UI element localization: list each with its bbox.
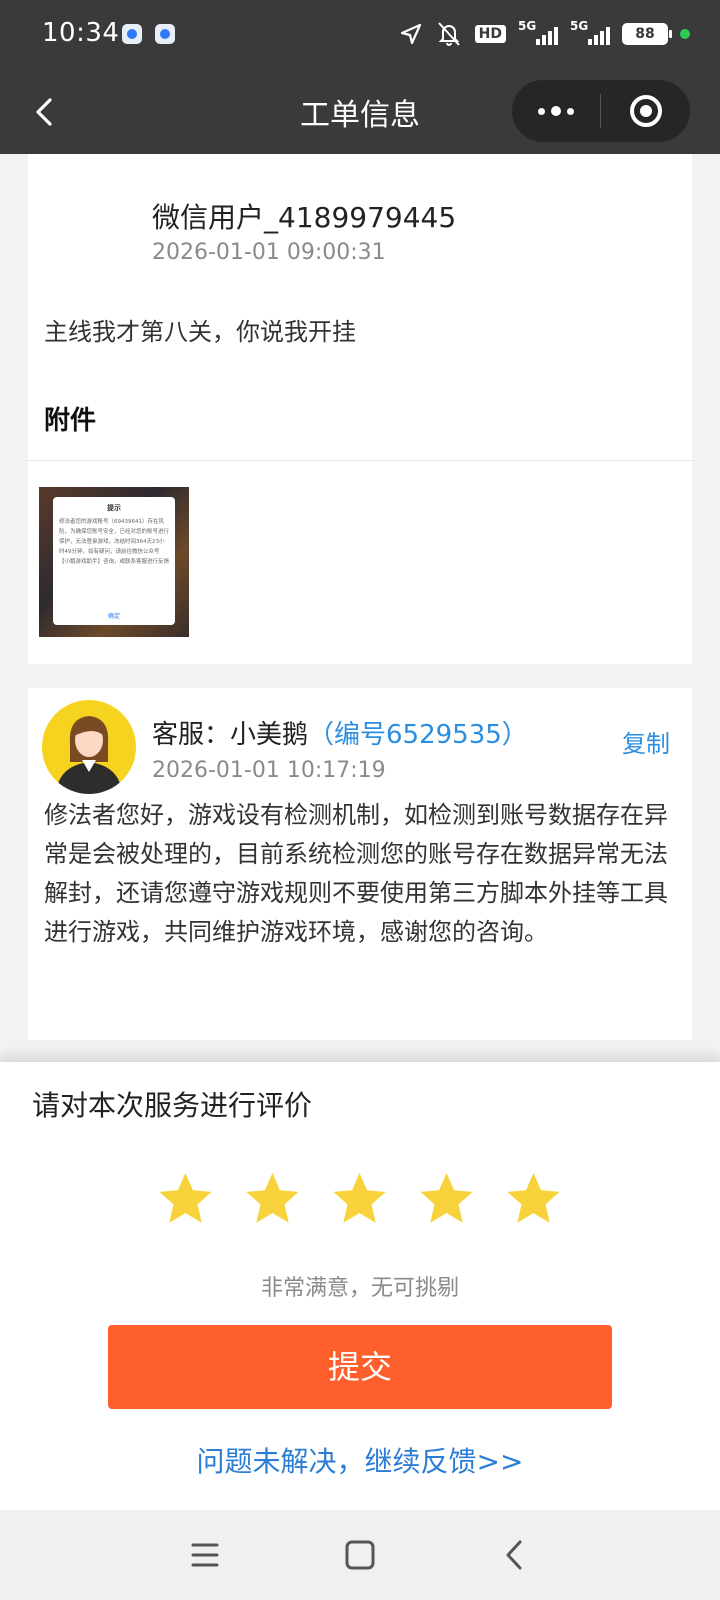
signal-bars-icon — [588, 27, 610, 45]
divider — [28, 460, 692, 461]
target-close-icon — [629, 95, 662, 127]
signal-bars-icon — [536, 27, 558, 45]
privacy-dot-icon — [680, 29, 690, 39]
agent-avatar — [42, 700, 136, 794]
ticket-card: 微信用户_4189979445 2026-01-01 09:00:31 主线我才… — [28, 154, 692, 664]
miniprogram-capsule — [512, 80, 690, 142]
thumbnail-dialog-body: 修法者您的游戏账号（69439641）存在风险，为确保您账号安全，已经对您的账号… — [59, 519, 169, 565]
back-chevron-icon — [506, 1540, 522, 1570]
submit-button[interactable]: 提交 — [108, 1325, 612, 1409]
star-2-icon[interactable] — [243, 1170, 302, 1229]
hd-badge: HD — [474, 25, 506, 43]
home-square-icon — [345, 1540, 375, 1570]
agent-name-line: 客服：小美鹅（编号6529535） — [152, 714, 528, 751]
agent-name: 客服：小美鹅 — [152, 720, 309, 750]
thumbnail-dialog: 提示 修法者您的游戏账号（69439641）存在风险，为确保您账号安全，已经对您… — [53, 497, 175, 625]
user-name: 微信用户_4189979445 — [152, 201, 457, 234]
signal-5g-2: 5G — [570, 19, 610, 47]
rating-text: 非常满意，无可挑剔 — [260, 1276, 459, 1301]
reply-card: 客服：小美鹅（编号6529535） 复制 2026-01-01 10:17:19… — [28, 688, 692, 1040]
battery-icon: 88 — [622, 23, 672, 45]
network-label: 5G — [518, 19, 537, 33]
star-3-icon[interactable] — [330, 1170, 389, 1229]
network-label: 5G — [570, 19, 589, 33]
reply-time: 2026-01-01 10:17:19 — [152, 758, 386, 783]
home-button[interactable] — [337, 1532, 383, 1578]
signal-5g-1: 5G — [518, 19, 558, 47]
thumbnail-dialog-ok: 确定 — [107, 613, 120, 620]
more-button[interactable] — [512, 80, 600, 142]
mute-bell-icon — [437, 22, 460, 46]
star-rating — [156, 1170, 563, 1229]
thumbnail-dialog-title: 提示 — [107, 504, 121, 512]
avatar-person-icon — [56, 716, 122, 794]
location-icon — [400, 23, 421, 45]
attachment-title: 附件 — [44, 406, 97, 436]
rating-sheet: 请对本次服务进行评价 非常满意，无可挑剔 提交 问题未解决，继续反馈>> — [0, 1062, 720, 1510]
status-time: 10:34 — [42, 18, 120, 48]
attachment-thumbnail[interactable]: 提示 修法者您的游戏账号（69439641）存在风险，为确保您账号安全，已经对您… — [39, 487, 189, 637]
menu-button[interactable] — [182, 1532, 228, 1578]
notification-app-icon — [155, 24, 175, 44]
close-miniprogram-button[interactable] — [601, 80, 690, 142]
star-4-icon[interactable] — [417, 1170, 476, 1229]
star-5-icon[interactable] — [504, 1170, 563, 1229]
star-1-icon[interactable] — [156, 1170, 215, 1229]
notification-app-icon — [122, 24, 142, 44]
nav-bar: 工单信息 — [0, 70, 720, 154]
ticket-message: 主线我才第八关，你说我开挂 — [44, 318, 356, 346]
rating-title: 请对本次服务进行评价 — [32, 1089, 313, 1122]
reply-text: 修法者您好，游戏设有检测机制，如检测到账号数据存在异常是会被处理的，目前系统检测… — [44, 801, 668, 946]
copy-button[interactable]: 复制 — [622, 724, 670, 759]
agent-id: （编号6529535） — [308, 720, 528, 750]
ticket-time: 2026-01-01 09:00:31 — [152, 240, 386, 265]
status-bar: 10:34 HD 5G 5G 88 — [0, 0, 720, 70]
system-nav-bar — [0, 1510, 720, 1600]
system-back-button[interactable] — [492, 1532, 538, 1578]
menu-icon — [191, 1543, 219, 1567]
continue-feedback-link[interactable]: 问题未解决，继续反馈>> — [0, 1440, 720, 1480]
